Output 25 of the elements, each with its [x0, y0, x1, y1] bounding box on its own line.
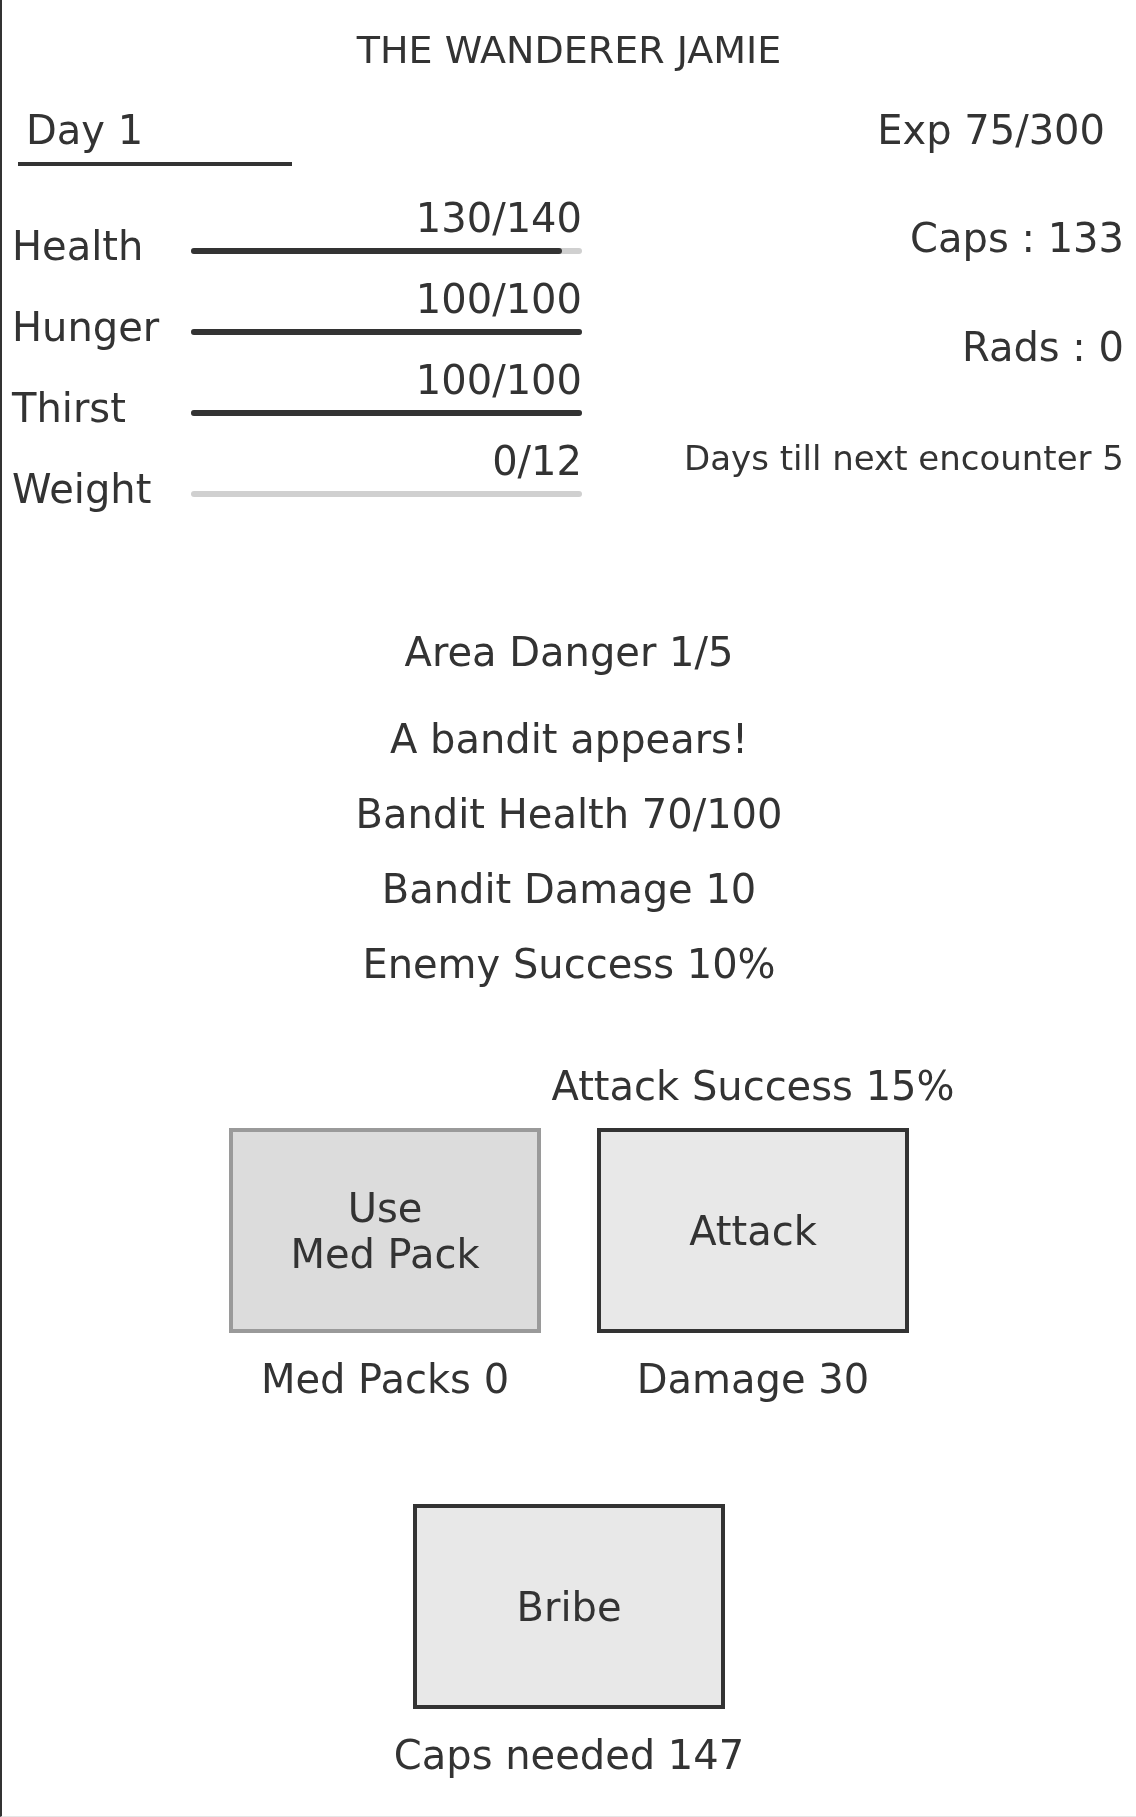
action-note: Caps needed 147 — [393, 1733, 745, 1777]
encounter-countdown: Days till next encounter 5 — [684, 438, 1124, 478]
stat-value: 100/100 — [415, 358, 582, 402]
rads-count: Rads : 0 — [962, 325, 1124, 369]
encounter-text: Enemy Success 10% — [362, 942, 776, 986]
stat-label: Health — [12, 223, 144, 269]
caps-count: Caps : 133 — [910, 216, 1124, 260]
action-button[interactable]: Bribe — [413, 1504, 725, 1709]
action-note: Med Packs 0 — [260, 1357, 510, 1401]
stat-value: 0/12 — [492, 439, 582, 483]
encounter-text: Bandit Damage 10 — [381, 867, 757, 911]
encounter-text: A bandit appears! — [390, 717, 748, 761]
stat-label: Weight — [12, 466, 152, 512]
area-danger: Area Danger 1/5 — [404, 630, 734, 674]
action-button[interactable]: Attack — [597, 1128, 909, 1333]
experience-counter: Exp 75/300 — [877, 108, 1105, 152]
action-caption: Attack Success 15% — [551, 1064, 955, 1108]
day-counter: Day 1 — [26, 107, 144, 153]
game-title: THE WANDERER JAMIE — [356, 28, 782, 72]
encounter-text: Bandit Health 70/100 — [355, 792, 783, 836]
stat-value: 130/140 — [415, 196, 582, 240]
stat-value: 100/100 — [415, 277, 582, 321]
stat-label: Hunger — [12, 304, 160, 350]
action-note: Damage 30 — [636, 1357, 870, 1401]
stat-label: Thirst — [12, 385, 126, 431]
